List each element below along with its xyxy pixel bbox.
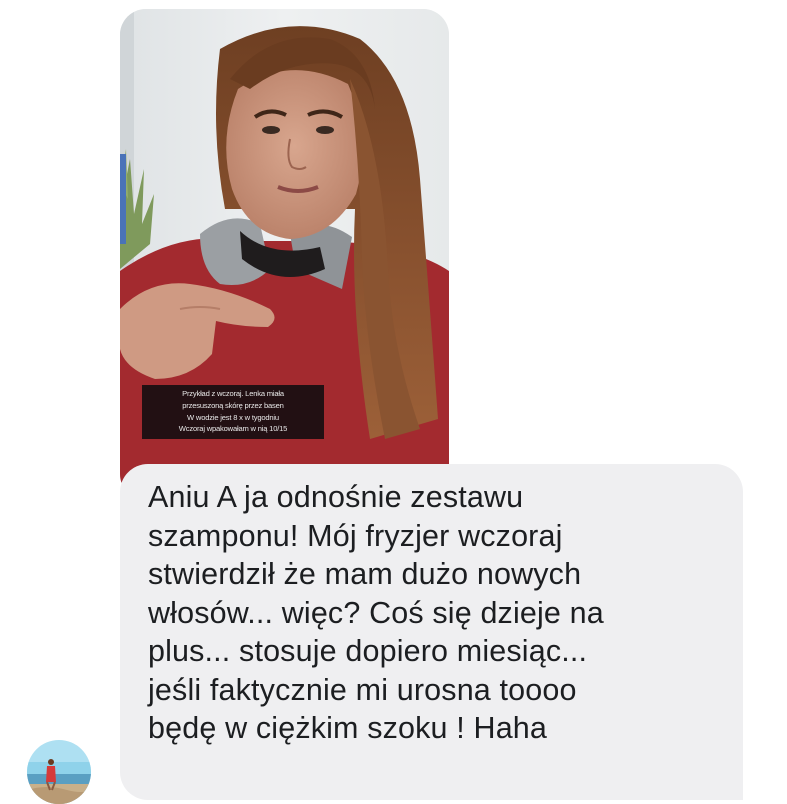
message-bubble[interactable]: Aniu A ja odnośnie zestawu szamponu! Mój… (120, 464, 743, 800)
message-line: plus... stosuje dopiero miesiąc... (148, 634, 588, 668)
message-line: Aniu A ja odnośnie zestawu (148, 480, 524, 514)
caption-line: przesuszoną skórę przez basen (182, 400, 284, 410)
sender-avatar[interactable] (27, 740, 91, 804)
story-caption: Przykład z wczoraj. Lenka miała przesusz… (142, 385, 324, 440)
caption-line: Przykład z wczoraj. Lenka miała (182, 389, 284, 398)
message-line: szamponu! Mój fryzjer wczoraj (148, 518, 563, 553)
message-line: włosów... więc? Coś się dzieje na (148, 595, 604, 630)
caption-line: W wodzie jest 8 x w tygodniu (187, 412, 279, 422)
message-line: będę w ciężkim szoku ! Haha (148, 711, 548, 745)
avatar-image (27, 740, 91, 804)
shared-story-image[interactable]: Przykład z wczoraj. Lenka miała przesusz… (120, 9, 449, 500)
message-line: jeśli faktycznie mi urosna toooo (148, 672, 577, 707)
caption-line: Wczoraj wpakowałam w nią 10/15 (178, 424, 288, 434)
message-line: stwierdził że mam dużo nowych (148, 557, 582, 591)
